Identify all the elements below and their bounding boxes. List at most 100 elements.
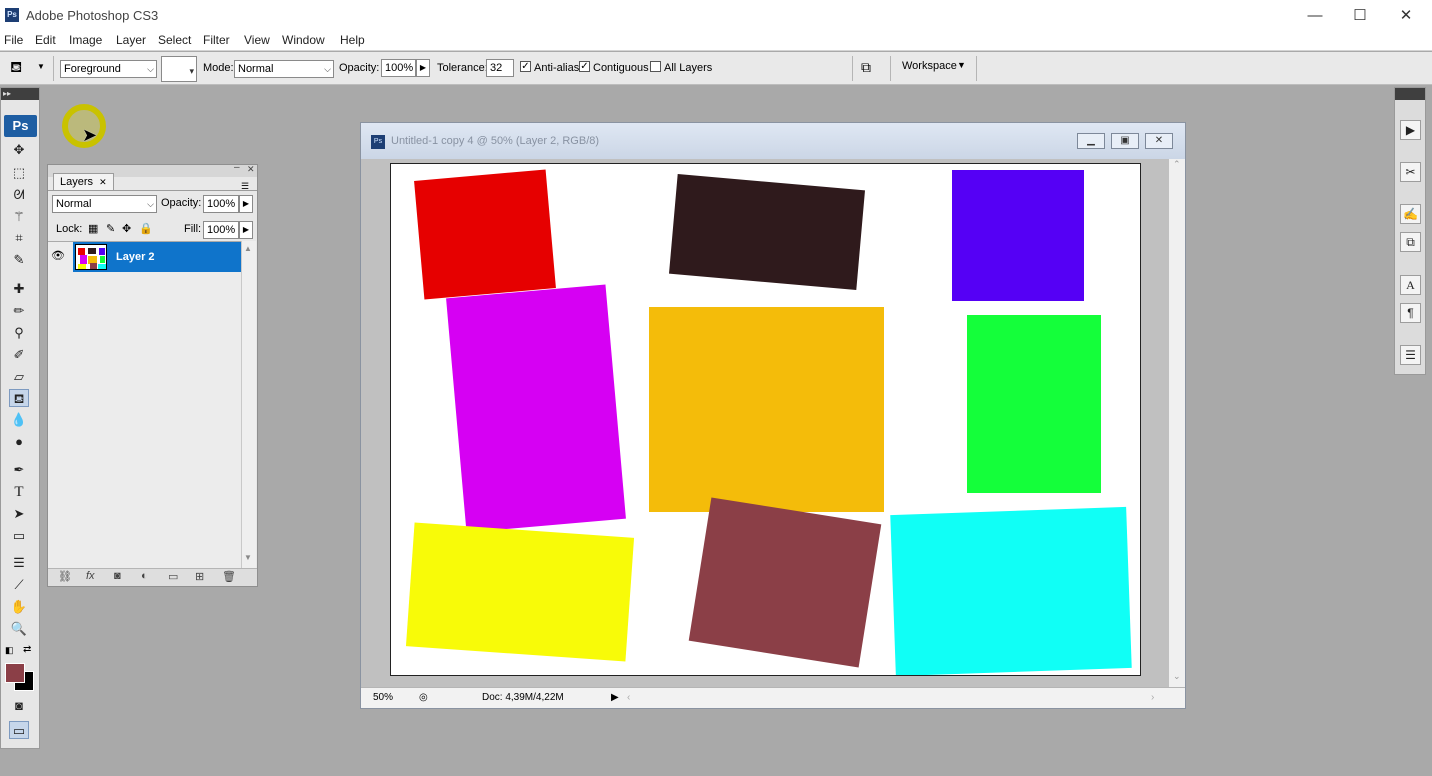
brush-tool-icon[interactable]: ✏ xyxy=(9,302,29,320)
dodge-tool-icon[interactable]: ● xyxy=(9,433,29,451)
hand-tool-icon[interactable]: ✋ xyxy=(9,598,29,616)
lasso-tool-icon[interactable]: ᘛ xyxy=(9,186,29,204)
lock-all-icon[interactable]: 🔒 xyxy=(139,222,153,235)
scroll-down-icon[interactable]: ▼ xyxy=(244,553,252,562)
tolerance-input[interactable]: 32 xyxy=(486,59,514,77)
workspace-chevron-icon[interactable]: ▼ xyxy=(957,60,966,70)
paint-bucket-tool-icon[interactable]: ⛾ xyxy=(9,389,29,407)
status-expand-icon[interactable]: ▶ xyxy=(611,692,619,703)
menu-window[interactable]: Window xyxy=(282,33,325,47)
bridge-icon[interactable]: ⧉ xyxy=(861,59,871,76)
type-tool-icon[interactable]: T xyxy=(9,483,29,501)
document-vertical-scrollbar[interactable]: ⌃ ⌄ xyxy=(1169,159,1185,687)
rectangle-tool-icon[interactable]: ▭ xyxy=(9,527,29,545)
eyedropper-tool-icon[interactable]: ⟋ xyxy=(9,576,29,594)
quick-mask-icon[interactable]: ◙ xyxy=(9,697,29,715)
new-group-icon[interactable]: ▭ xyxy=(168,570,178,583)
new-layer-icon[interactable]: ⊞ xyxy=(195,570,204,583)
blend-mode-select[interactable]: Normal ⌵ xyxy=(52,195,157,213)
character-panel-icon[interactable]: A xyxy=(1400,275,1421,295)
scroll-up-icon[interactable]: ▲ xyxy=(244,244,252,253)
layer-comps-icon[interactable]: ☰ xyxy=(1400,345,1421,365)
zoom-tool-icon[interactable]: 🔍 xyxy=(9,620,29,638)
close-button[interactable]: ✕ xyxy=(1383,0,1429,31)
layer-mask-icon[interactable]: ◙ xyxy=(114,570,121,582)
brushes-panel-icon[interactable]: ✍ xyxy=(1400,204,1421,224)
panel-close-icon[interactable]: ✕ xyxy=(247,164,255,175)
tools-panel-grip[interactable]: ▸▸ xyxy=(1,88,39,100)
tab-layers[interactable]: Layers ✕ xyxy=(53,173,114,191)
antialias-checkbox[interactable]: ✓ xyxy=(520,61,531,72)
menu-layer[interactable]: Layer xyxy=(116,33,146,47)
menu-file[interactable]: File xyxy=(4,33,23,47)
panel-minimize-icon[interactable]: – xyxy=(234,162,240,173)
notes-tool-icon[interactable]: ☰ xyxy=(9,554,29,572)
blur-tool-icon[interactable]: 💧 xyxy=(9,411,29,429)
contiguous-checkbox[interactable]: ✓ xyxy=(579,61,590,72)
swap-colors-icon[interactable]: ⇄ xyxy=(23,644,31,655)
layer-opacity-input[interactable]: 100% xyxy=(203,195,239,213)
clone-source-icon[interactable]: ⧉ xyxy=(1400,232,1421,252)
dock-grip[interactable] xyxy=(1395,88,1425,100)
opacity-slider-button[interactable]: ▶ xyxy=(416,59,430,77)
paint-bucket-icon[interactable]: ⛾ xyxy=(10,59,30,77)
pen-tool-icon[interactable]: ✒ xyxy=(9,461,29,479)
menu-select[interactable]: Select xyxy=(158,33,191,47)
layers-scrollbar[interactable]: ▲ ▼ xyxy=(241,241,256,568)
history-brush-tool-icon[interactable]: ✐ xyxy=(9,346,29,364)
photoshop-logo[interactable]: Ps xyxy=(4,115,37,137)
menu-filter[interactable]: Filter xyxy=(203,33,230,47)
scroll-down-icon[interactable]: ⌄ xyxy=(1173,671,1181,682)
menu-image[interactable]: Image xyxy=(69,33,102,47)
doc-close-button[interactable]: ✕ xyxy=(1145,133,1173,149)
doc-maximize-button[interactable]: ▣ xyxy=(1111,133,1139,149)
path-selection-tool-icon[interactable]: ➤ xyxy=(9,505,29,523)
layer-visibility-eye-icon[interactable]: 👁 xyxy=(51,249,65,262)
scroll-up-icon[interactable]: ⌃ xyxy=(1173,159,1181,170)
document-title-bar[interactable]: Ps Untitled-1 copy 4 @ 50% (Layer 2, RGB… xyxy=(361,123,1185,159)
fill-slider-button[interactable]: ▶ xyxy=(239,221,253,239)
maximize-button[interactable]: ☐ xyxy=(1337,0,1383,31)
minimize-button[interactable]: — xyxy=(1292,0,1338,31)
layer-row[interactable]: Layer 2 xyxy=(73,242,241,272)
all-layers-checkbox[interactable] xyxy=(650,61,661,72)
move-tool-icon[interactable]: ✥ xyxy=(9,141,29,159)
layer-opacity-slider-button[interactable]: ▶ xyxy=(239,195,253,213)
magic-wand-tool-icon[interactable]: ⚚ xyxy=(9,208,29,226)
menu-help[interactable]: Help xyxy=(340,33,365,47)
zoom-level[interactable]: 50% xyxy=(373,692,393,703)
link-layers-icon[interactable]: ⛓ xyxy=(58,570,72,583)
eraser-tool-icon[interactable]: ▱ xyxy=(9,368,29,386)
foreground-color-swatch[interactable] xyxy=(5,663,25,683)
default-colors-icon[interactable]: ◧ xyxy=(5,645,14,656)
clone-stamp-tool-icon[interactable]: ⚲ xyxy=(9,324,29,342)
document-canvas[interactable] xyxy=(390,163,1141,676)
slice-tool-icon[interactable]: ✎ xyxy=(9,251,29,269)
tool-presets-icon[interactable]: ✂ xyxy=(1400,162,1421,182)
scroll-right-icon[interactable]: › xyxy=(1151,692,1154,703)
fill-source-select[interactable]: Foreground ⌵ xyxy=(60,60,157,78)
screen-mode-icon[interactable]: ▭ xyxy=(9,721,29,739)
menu-edit[interactable]: Edit xyxy=(35,33,56,47)
doc-minimize-button[interactable]: ▁ xyxy=(1077,133,1105,149)
fill-input[interactable]: 100% xyxy=(203,221,239,239)
lock-position-icon[interactable]: ✥ xyxy=(122,222,131,235)
workspace-button[interactable]: Workspace xyxy=(902,60,957,72)
opacity-input[interactable]: 100% xyxy=(381,59,416,77)
paragraph-panel-icon[interactable]: ¶ xyxy=(1400,303,1421,323)
layer-style-icon[interactable]: fx xyxy=(86,570,95,582)
marquee-tool-icon[interactable]: ⬚ xyxy=(9,164,29,182)
adjustment-layer-icon[interactable]: ◐ xyxy=(141,570,148,582)
delete-layer-icon[interactable]: 🗑 xyxy=(222,570,236,583)
healing-brush-tool-icon[interactable]: ✚ xyxy=(9,280,29,298)
mode-select[interactable]: Normal ⌵ xyxy=(234,60,334,78)
menu-view[interactable]: View xyxy=(244,33,270,47)
actions-panel-icon[interactable]: ▶ xyxy=(1400,120,1421,140)
lock-transparency-icon[interactable]: ▦ xyxy=(88,222,98,235)
lock-pixels-icon[interactable]: ✎ xyxy=(106,222,115,235)
tab-close-icon[interactable]: ✕ xyxy=(99,177,107,187)
tool-preset-chevron-icon[interactable]: ▼ xyxy=(37,62,45,71)
status-menu-icon[interactable]: ◎ xyxy=(419,692,428,703)
scroll-left-icon[interactable]: ‹ xyxy=(627,692,630,703)
pattern-picker[interactable]: ▾ xyxy=(161,56,197,82)
